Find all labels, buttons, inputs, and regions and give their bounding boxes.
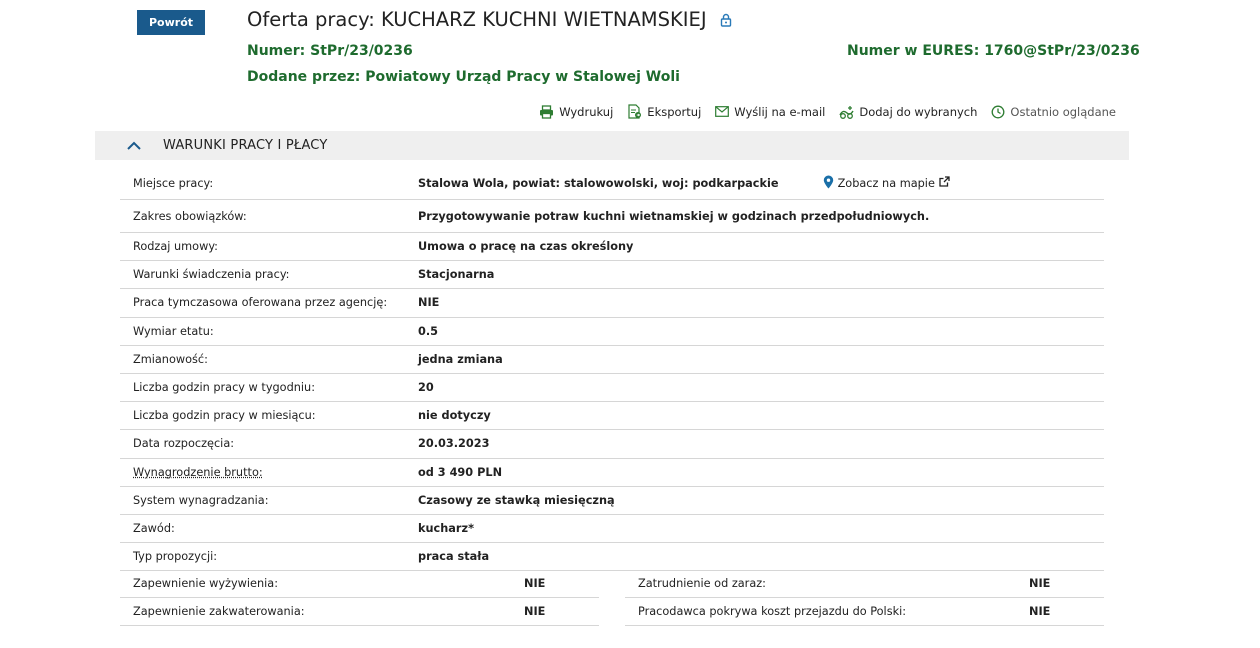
favorite-button[interactable]: Dodaj do wybranych: [839, 104, 977, 119]
row-label: System wynagradzania:: [133, 493, 269, 507]
table-row: Warunki świadczenia pracy: Stacjonarna: [120, 261, 1104, 290]
offer-number-value: StPr/23/0236: [310, 43, 413, 59]
half-cell-right: Zatrudnienie od zaraz: NIE: [625, 570, 1104, 598]
page-title-text: Oferta pracy: KUCHARZ KUCHNI WIETNAMSKIE…: [247, 8, 707, 31]
half-value: NIE: [524, 605, 546, 618]
row-value: jedna zmiana: [418, 352, 503, 366]
row-label[interactable]: Wynagrodzenie brutto:: [120, 466, 418, 479]
added-by-label: Dodane przez:: [247, 69, 366, 85]
half-label: Zapewnienie zakwaterowania:: [133, 605, 305, 618]
table-row: Liczba godzin pracy w tygodniu: 20: [120, 374, 1104, 403]
row-value: Stalowa Wola, powiat: stalowowolski, woj…: [418, 175, 950, 192]
section-title: WARUNKI PRACY I PŁACY: [163, 138, 328, 153]
map-pin-icon: [823, 175, 834, 192]
row-label: Zakres obowiązków:: [133, 209, 247, 223]
row-label: Miejsce pracy:: [133, 176, 214, 190]
table-row: Data rozpoczęcia: 20.03.2023: [120, 430, 1104, 459]
row-value: kucharz*: [418, 521, 474, 535]
eures-number-label: Numer w EURES:: [847, 43, 985, 59]
row-value: praca stała: [418, 550, 490, 564]
recent-label: Ostatnio oglądane: [1010, 104, 1116, 119]
email-label: Wyślij na e-mail: [734, 104, 826, 119]
row-value: 20: [418, 381, 434, 395]
row-value: Przygotowywanie potraw kuchni wietnamski…: [418, 209, 930, 223]
row-value: od 3 490 PLN: [418, 465, 503, 479]
table-row: Zakres obowiązków: Przygotowywanie potra…: [120, 200, 1104, 233]
row-label: Data rozpoczęcia:: [133, 437, 235, 451]
recent-button[interactable]: Ostatnio oglądane: [991, 104, 1116, 119]
row-label: Zmianowość:: [133, 352, 208, 366]
table-row: Wynagrodzenie brutto: od 3 490 PLN: [120, 459, 1104, 487]
row-value: 0.5: [418, 324, 439, 338]
email-button[interactable]: Wyślij na e-mail: [715, 104, 825, 119]
row-value: nie dotyczy: [418, 409, 491, 423]
row-label: Liczba godzin pracy w miesiącu:: [133, 409, 316, 423]
table-row: Zmianowość: jedna zmiana: [120, 346, 1104, 374]
offer-number: Numer: StPr/23/0236: [247, 43, 413, 59]
offer-number-label: Numer:: [247, 43, 311, 59]
details-half-table: Zapewnienie wyżywienia: NIE Zatrudnienie…: [120, 570, 1104, 626]
printer-icon: [539, 104, 554, 119]
half-value: NIE: [524, 577, 546, 590]
row-label: Wymiar etatu:: [133, 324, 214, 338]
location-value: Stalowa Wola, powiat: stalowowolski, woj…: [418, 176, 779, 190]
row-value: Czasowy ze stawką miesięczną: [418, 493, 615, 507]
half-table-row: Zapewnienie wyżywienia: NIE Zatrudnienie…: [120, 570, 1104, 598]
page-title: Oferta pracy: KUCHARZ KUCHNI WIETNAMSKIE…: [247, 8, 732, 31]
row-value: Stacjonarna: [418, 268, 495, 282]
table-row: Miejsce pracy: Stalowa Wola, powiat: sta…: [120, 167, 1104, 200]
row-label: Zawód:: [133, 521, 175, 535]
back-button[interactable]: Powrót: [137, 10, 205, 35]
half-value: NIE: [1029, 577, 1051, 590]
row-value: Umowa o pracę na czas określony: [418, 240, 634, 254]
half-label: Zapewnienie wyżywienia:: [133, 577, 279, 590]
map-link[interactable]: Zobacz na mapie: [823, 175, 950, 192]
export-label: Eksportuj: [647, 104, 702, 119]
table-row: Typ propozycji: praca stała: [120, 543, 1104, 572]
chevron-up-icon: [127, 141, 141, 150]
export-icon: [627, 104, 642, 119]
added-by: Dodane przez: Powiatowy Urząd Pracy w St…: [247, 69, 680, 85]
half-label: Zatrudnienie od zaraz:: [638, 577, 766, 590]
row-label: Typ propozycji:: [133, 550, 218, 564]
export-button[interactable]: Eksportuj: [627, 104, 701, 119]
clock-icon: [991, 105, 1005, 119]
lock-icon: [720, 13, 732, 27]
row-label: Warunki świadczenia pracy:: [133, 268, 290, 282]
half-cell-left: Zapewnienie wyżywienia: NIE: [120, 570, 599, 598]
half-label: Pracodawca pokrywa koszt przejazdu do Po…: [638, 605, 907, 618]
table-row: Wymiar etatu: 0.5: [120, 318, 1104, 346]
row-label: Rodzaj umowy:: [133, 240, 218, 254]
map-link-label: Zobacz na mapie: [837, 176, 935, 190]
favorite-label: Dodaj do wybranych: [859, 104, 978, 119]
bookmark-add-icon: [839, 105, 854, 119]
half-table-row: Zapewnienie zakwaterowania: NIE Pracodaw…: [120, 598, 1104, 626]
half-cell-right: Pracodawca pokrywa koszt przejazdu do Po…: [625, 598, 1104, 626]
row-label: Liczba godzin pracy w tygodniu:: [133, 381, 316, 395]
eures-number: Numer w EURES: 1760@StPr/23/0236: [847, 43, 1140, 59]
row-value: 20.03.2023: [418, 437, 490, 451]
table-row: Liczba godzin pracy w miesiącu: nie doty…: [120, 402, 1104, 431]
external-link-icon: [939, 176, 950, 190]
salary-tooltip-label[interactable]: Wynagrodzenie brutto:: [133, 466, 263, 479]
details-table: Miejsce pracy: Stalowa Wola, powiat: sta…: [120, 167, 1104, 572]
section-header-warunki[interactable]: WARUNKI PRACY I PŁACY: [95, 131, 1129, 160]
half-value: NIE: [1029, 605, 1051, 618]
table-row: Praca tymczasowa oferowana przez agencję…: [120, 289, 1104, 318]
eures-number-value: 1760@StPr/23/0236: [984, 43, 1140, 59]
row-label: Praca tymczasowa oferowana przez agencję…: [133, 296, 388, 310]
envelope-icon: [715, 106, 730, 117]
print-button[interactable]: Wydrukuj: [539, 104, 613, 119]
row-value: NIE: [418, 296, 440, 310]
table-row: System wynagradzania: Czasowy ze stawką …: [120, 487, 1104, 515]
table-row: Rodzaj umowy: Umowa o pracę na czas okre…: [120, 233, 1104, 262]
half-cell-left: Zapewnienie zakwaterowania: NIE: [120, 598, 599, 626]
print-label: Wydrukuj: [559, 104, 614, 119]
added-by-value: Powiatowy Urząd Pracy w Stalowej Woli: [365, 69, 680, 85]
table-row: Zawód: kucharz*: [120, 515, 1104, 544]
toolbar: Wydrukuj Eksportuj Wyślij na e-mail Doda…: [539, 104, 1116, 119]
